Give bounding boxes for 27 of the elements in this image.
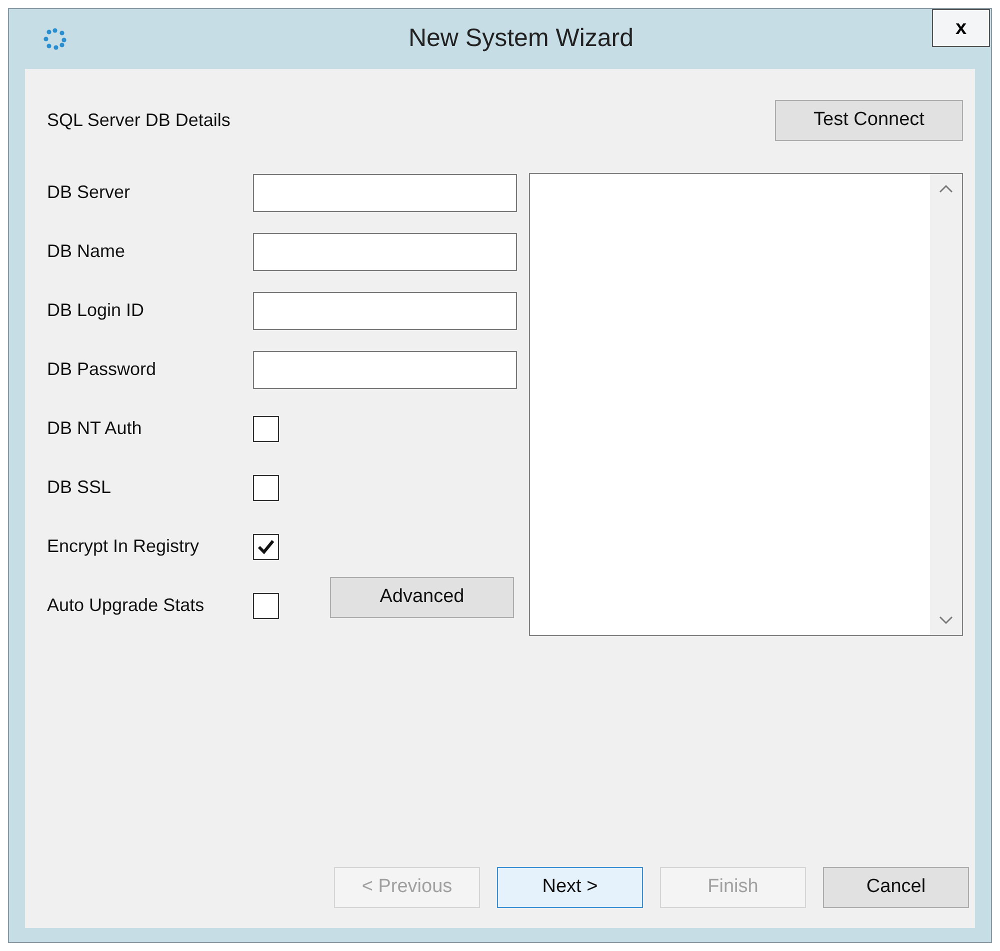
input-field[interactable]	[253, 232, 517, 270]
field-label: DB Login ID	[47, 299, 146, 322]
checkbox[interactable]	[253, 534, 279, 560]
input-field[interactable]	[253, 350, 517, 388]
scroll-down-icon[interactable]	[939, 616, 953, 625]
close-button[interactable]: x	[932, 9, 990, 47]
field-label: DB NT Auth	[47, 417, 143, 440]
field-label: DB SSL	[47, 476, 112, 499]
check-icon	[257, 538, 275, 554]
advanced-button[interactable]: Advanced	[330, 577, 514, 618]
input-field[interactable]	[253, 292, 517, 330]
field-label: Encrypt In Registry	[47, 535, 200, 558]
section-title: SQL Server DB Details	[47, 108, 230, 132]
field-label: DB Name	[47, 240, 126, 263]
app-icon	[43, 28, 67, 50]
input-field[interactable]	[253, 174, 517, 212]
field-label: DB Server	[47, 181, 132, 204]
scroll-up-icon[interactable]	[939, 184, 953, 193]
checkbox[interactable]	[253, 416, 279, 442]
checkbox[interactable]	[253, 592, 279, 618]
field-label: DB Password	[47, 358, 158, 381]
test-connect-button[interactable]: Test Connect	[775, 100, 963, 140]
checkbox[interactable]	[253, 474, 279, 500]
window-title: New System Wizard	[408, 24, 634, 52]
field-label: Auto Upgrade Stats	[47, 594, 206, 617]
wizard-button[interactable]: Next >	[497, 867, 643, 908]
wizard-button[interactable]: Cancel	[823, 867, 969, 908]
